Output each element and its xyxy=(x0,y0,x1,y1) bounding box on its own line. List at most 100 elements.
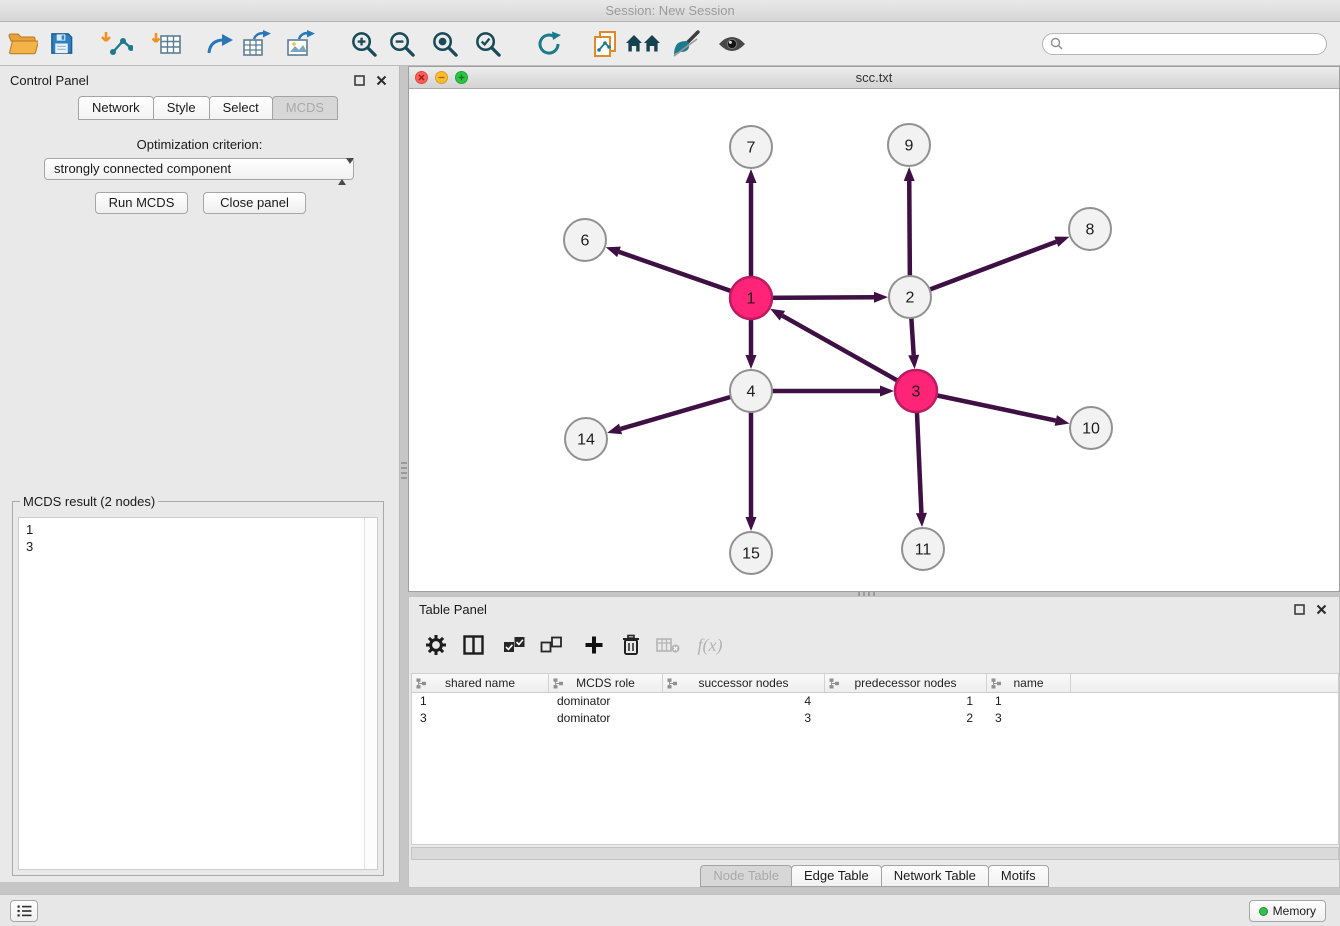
style-button[interactable] xyxy=(667,26,705,62)
magnifier-plus-icon xyxy=(349,29,378,58)
table-cell: 3 xyxy=(663,710,825,727)
graph-node-15[interactable]: 15 xyxy=(730,532,772,574)
graph-node-9[interactable]: 9 xyxy=(888,124,930,166)
svg-text:4: 4 xyxy=(747,384,756,401)
graph-node-10[interactable]: 10 xyxy=(1070,407,1112,449)
graph-node-11[interactable]: 11 xyxy=(902,528,944,570)
edge-2-8[interactable] xyxy=(910,242,1056,297)
home-button[interactable] xyxy=(624,26,662,62)
close-panel-action-button[interactable]: Close panel xyxy=(203,192,306,214)
import-table-icon xyxy=(152,31,182,57)
duplicate-network-button[interactable] xyxy=(586,26,624,62)
graph-node-14[interactable]: 14 xyxy=(565,418,607,460)
export-network-button[interactable] xyxy=(200,26,238,62)
tab-network[interactable]: Network xyxy=(78,96,154,120)
column-header-predecessor-nodes[interactable]: predecessor nodes xyxy=(825,674,987,692)
vertical-scrollbar[interactable] xyxy=(364,518,377,869)
graph-node-3[interactable]: 3 xyxy=(895,370,937,412)
zoom-window-button[interactable] xyxy=(455,71,468,84)
hide-all-columns-button[interactable] xyxy=(536,629,566,661)
graph-node-2[interactable]: 2 xyxy=(889,276,931,318)
network-window-titlebar[interactable]: scc.txt xyxy=(409,67,1339,89)
network-window-title: scc.txt xyxy=(856,70,893,85)
trash-icon xyxy=(621,634,641,656)
zoom-selected-button[interactable] xyxy=(468,26,506,62)
edge-arrowhead xyxy=(746,169,757,183)
delete-column-button[interactable] xyxy=(616,629,646,661)
edge-arrowhead xyxy=(916,513,927,527)
table-body: 1dominator4113dominator323 xyxy=(412,693,1338,727)
column-header-MCDS-role[interactable]: MCDS role xyxy=(549,674,663,692)
edge-3-1[interactable] xyxy=(782,316,916,391)
export-table-button[interactable] xyxy=(238,26,276,62)
network-canvas[interactable]: 7 9 6 8 1 2 4 3 14 10 15 11 xyxy=(409,89,1339,591)
show-all-columns-button[interactable] xyxy=(499,629,529,661)
memory-button[interactable]: Memory xyxy=(1249,900,1326,922)
search-icon xyxy=(1050,37,1063,50)
edge-arrowhead xyxy=(607,424,622,435)
open-session-button[interactable] xyxy=(4,26,42,62)
import-network-button[interactable] xyxy=(98,26,136,62)
search-input[interactable] xyxy=(1063,37,1326,51)
tab-motifs[interactable]: Motifs xyxy=(988,865,1049,887)
close-table-panel-button[interactable] xyxy=(1313,601,1329,617)
tab-mcds[interactable]: MCDS xyxy=(272,96,338,120)
column-type-icon xyxy=(416,678,427,689)
vertical-splitter-handle[interactable] xyxy=(401,462,407,480)
table-settings-button[interactable] xyxy=(421,629,451,661)
create-column-button[interactable] xyxy=(579,629,609,661)
table-row[interactable]: 1dominator411 xyxy=(412,693,1338,710)
close-window-button[interactable] xyxy=(415,71,428,84)
column-header-successor-nodes[interactable]: successor nodes xyxy=(663,674,825,692)
graph-node-4[interactable]: 4 xyxy=(730,370,772,412)
column-header-name[interactable]: name xyxy=(987,674,1071,692)
save-session-button[interactable] xyxy=(42,26,80,62)
function-builder-button[interactable]: f(x) xyxy=(690,629,730,661)
edge-arrowhead xyxy=(874,292,888,303)
table-cell: 1 xyxy=(412,693,549,710)
float-panel-button[interactable] xyxy=(351,72,367,88)
import-table-button[interactable] xyxy=(148,26,186,62)
table-row[interactable]: 3dominator323 xyxy=(412,710,1338,727)
tab-select[interactable]: Select xyxy=(209,96,273,120)
tab-edge-table[interactable]: Edge Table xyxy=(791,865,882,887)
graph-node-6[interactable]: 6 xyxy=(564,219,606,261)
memory-status-icon xyxy=(1259,907,1268,916)
tab-node-table[interactable]: Node Table xyxy=(700,865,792,887)
panel-menu-button[interactable] xyxy=(10,900,38,922)
refresh-layout-button[interactable] xyxy=(530,26,568,62)
criterion-select[interactable]: strongly connected component xyxy=(44,158,354,180)
control-panel-title: Control Panel xyxy=(10,73,345,88)
network-graph[interactable]: 7 9 6 8 1 2 4 3 14 10 15 11 xyxy=(409,89,1339,591)
edge-arrowhead xyxy=(880,386,894,397)
column-type-icon xyxy=(667,678,678,689)
close-panel-button[interactable] xyxy=(373,72,389,88)
graph-node-8[interactable]: 8 xyxy=(1069,208,1111,250)
edge-arrowhead xyxy=(904,167,915,181)
column-header-shared-name[interactable]: shared name xyxy=(412,674,549,692)
paintbrush-icon xyxy=(672,30,700,58)
table-panel-header: Table Panel xyxy=(409,597,1339,621)
graph-node-7[interactable]: 7 xyxy=(730,126,772,168)
run-mcds-button[interactable]: Run MCDS xyxy=(95,192,188,214)
svg-text:9: 9 xyxy=(905,138,914,155)
float-table-panel-button[interactable] xyxy=(1291,601,1307,617)
visibility-button[interactable] xyxy=(713,26,751,62)
minimize-window-button[interactable] xyxy=(435,71,448,84)
mcds-result-list[interactable]: 13 xyxy=(18,517,378,870)
table-cell: 1 xyxy=(825,693,987,710)
graph-node-1[interactable]: 1 xyxy=(730,277,772,319)
search-box[interactable] xyxy=(1042,33,1327,55)
tab-network-table[interactable]: Network Table xyxy=(881,865,989,887)
export-image-button[interactable] xyxy=(282,26,320,62)
delete-table-button[interactable] xyxy=(653,629,683,661)
zoom-out-button[interactable] xyxy=(382,26,420,62)
criterion-select-value: strongly connected component xyxy=(54,161,231,176)
zoom-fit-button[interactable] xyxy=(425,26,463,62)
refresh-icon xyxy=(535,30,563,58)
zoom-in-button[interactable] xyxy=(344,26,382,62)
control-panel-header: Control Panel xyxy=(0,66,399,94)
split-panel-button[interactable] xyxy=(458,629,488,661)
horizontal-scrollbar[interactable] xyxy=(411,847,1339,860)
tab-style[interactable]: Style xyxy=(153,96,210,120)
